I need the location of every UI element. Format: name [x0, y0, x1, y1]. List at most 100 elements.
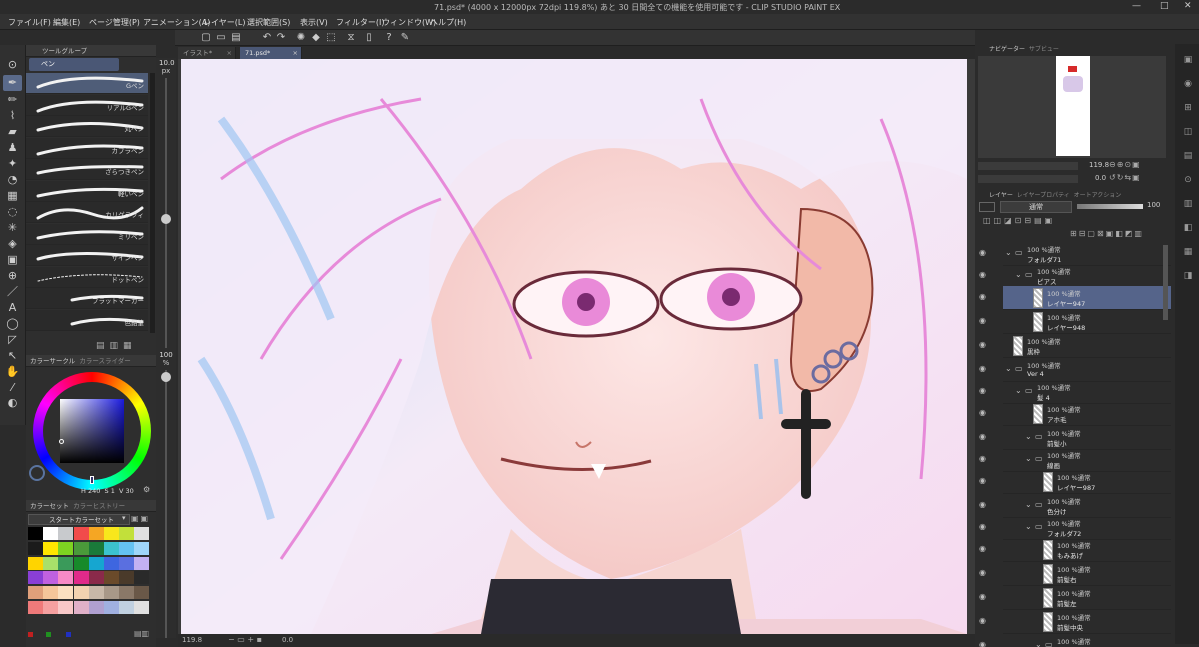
transform-icon[interactable]: ⬚ — [325, 32, 337, 44]
bucket-tool-icon[interactable]: ◈ — [3, 236, 22, 252]
zoom-controls-icon[interactable]: − ▭ + ▪ — [228, 635, 262, 644]
navigator-preview[interactable] — [978, 56, 1166, 158]
brush-item[interactable]: フラットマーカー — [26, 288, 148, 309]
help-icon[interactable]: ? — [383, 32, 395, 44]
text-tool-icon[interactable]: A — [3, 300, 22, 316]
color-settings-icon[interactable]: ⚙ — [143, 485, 150, 494]
layer-row[interactable]: ◉ 100 %通常 前髪左 — [979, 586, 1171, 610]
document-icon[interactable]: ▯ — [363, 32, 375, 44]
brush-size-value[interactable]: 10.0 — [159, 59, 175, 67]
eye-icon[interactable]: ◉ — [979, 640, 986, 647]
color-swatch[interactable] — [28, 541, 43, 555]
color-swatch[interactable] — [134, 601, 150, 614]
color-swatch[interactable] — [43, 601, 59, 614]
gradient-tool-icon[interactable]: ▦ — [3, 188, 22, 204]
eye-icon[interactable]: ◉ — [979, 500, 986, 509]
layer-row[interactable]: ◉ ⌄ ▭ 100 %通常 Ver 4 — [979, 358, 1171, 382]
color-swatch[interactable] — [43, 556, 59, 570]
color-swatch[interactable] — [88, 541, 104, 555]
navigator-rotation-value[interactable]: 0.0 — [1095, 174, 1106, 182]
menu-page[interactable]: ページ管理(P) — [89, 17, 140, 28]
minimize-button[interactable]: — — [1132, 1, 1141, 11]
angle-readout[interactable]: 0.0 — [282, 636, 293, 644]
navigator-zoom-slider[interactable] — [978, 162, 1078, 170]
color-swatch[interactable] — [119, 541, 135, 555]
pen-tool-icon[interactable]: ✒ — [3, 75, 22, 91]
brush-item[interactable]: サインペン — [26, 245, 148, 266]
layer-row[interactable]: ◉ ⌄ ▭ 100 %通常 前髪小 — [979, 426, 1171, 450]
brush-tool-icon[interactable]: ⌇ — [3, 108, 22, 124]
color-swatch[interactable] — [119, 527, 135, 540]
menu-view[interactable]: 表示(V) — [300, 17, 328, 28]
brush-item[interactable]: 丸ペン — [26, 116, 148, 137]
brush-item[interactable]: ざらつきペン — [26, 159, 148, 180]
pencil-tool-icon[interactable]: ✏ — [3, 92, 22, 108]
color-swatch[interactable] — [58, 541, 74, 555]
palette-menu-icon[interactable]: ▤▥ — [134, 629, 149, 638]
operation-tool-icon[interactable]: ⊕ — [3, 268, 22, 284]
brush-item[interactable]: Gペン — [26, 73, 148, 94]
eyedropper-tool-icon[interactable]: ⁄ — [3, 380, 22, 396]
layer-mode-icon[interactable] — [979, 202, 995, 212]
color-swatch[interactable] — [43, 541, 59, 555]
blend-tool-icon[interactable]: ♟ — [3, 140, 22, 156]
navigator-zoom-value[interactable]: 119.8 — [1089, 161, 1109, 169]
layer-row[interactable]: ◉ 100 %通常 前髪中央 — [979, 610, 1171, 634]
color-swatch[interactable] — [104, 586, 119, 600]
hue-value[interactable]: 240 — [88, 487, 100, 495]
color-history-tab[interactable]: カラーヒストリー — [73, 502, 125, 510]
navigator-rotate-icons[interactable]: ↺↻⇆▣ — [1109, 173, 1141, 182]
brush-item[interactable]: リアルGペン — [26, 94, 148, 116]
color-swatch[interactable] — [43, 527, 59, 540]
folder-expand-icon[interactable]: ⌄ — [1005, 248, 1012, 257]
zoom-tool-icon[interactable]: ⊙ — [3, 57, 22, 73]
layer-property-tab[interactable]: レイヤープロパティ — [1017, 192, 1070, 199]
layer-row[interactable]: ◉ 100 %通常 レイヤー987 — [979, 470, 1171, 494]
main-color-swatch[interactable] — [29, 465, 45, 481]
frame-tool-icon[interactable]: ◸ — [3, 332, 22, 348]
layer-row[interactable]: ◉ 100 %通常 前髪右 — [979, 562, 1171, 586]
folder-expand-icon[interactable]: ⌄ — [1015, 270, 1022, 279]
eye-icon[interactable]: ◉ — [979, 316, 986, 325]
edit-icon[interactable]: ✎ — [399, 32, 411, 44]
color-swatch[interactable] — [104, 601, 119, 614]
flip-icon[interactable]: ⧖ — [345, 32, 357, 44]
layer-row[interactable]: ◉ 100 %通常 黒枠 — [979, 334, 1171, 358]
navigator-tab[interactable]: ナビゲーター — [989, 46, 1025, 53]
layer-row[interactable]: ◉⌄▭100 %通常耳2 — [979, 634, 1171, 647]
layer-row[interactable]: ◉ ⌄ ▭ 100 %通常 色分け — [979, 494, 1171, 518]
open-folder-icon[interactable]: ▭ — [215, 32, 227, 44]
lasso-tool-icon[interactable]: ◌ — [3, 204, 22, 220]
eye-icon[interactable]: ◉ — [979, 408, 986, 417]
balloon-tool-icon[interactable]: ◯ — [3, 316, 22, 332]
brush-item[interactable]: 軽いペン — [26, 180, 148, 202]
layer-row[interactable]: ◉ ⌄ ▭ 100 %通常 フォルダ71 — [979, 242, 1171, 266]
color-swatch[interactable] — [58, 601, 74, 614]
opacity-slider-track[interactable] — [165, 370, 167, 638]
color-swatch[interactable] — [73, 556, 89, 570]
size-slider-handle[interactable] — [161, 214, 171, 224]
color-swatch[interactable] — [119, 586, 135, 600]
magic-wand-icon[interactable]: ✳ — [3, 220, 22, 236]
eye-icon[interactable]: ◉ — [979, 592, 986, 601]
menu-file[interactable]: ファイル(F) — [8, 17, 51, 28]
color-swatch[interactable] — [73, 541, 89, 555]
navigator-zoom-icons[interactable]: ⊖⊕⊙▣ — [1109, 160, 1141, 169]
folder-expand-icon[interactable]: ⌄ — [1025, 432, 1032, 441]
brush-item[interactable]: ミリペン — [26, 223, 148, 245]
layer-row[interactable]: ◉ ⌄ ▭ 100 %通常 フォルダ72 — [979, 516, 1171, 540]
subtool-actions-icon[interactable]: ▤▥▦ — [96, 341, 137, 351]
close-button[interactable]: ✕ — [1184, 1, 1192, 11]
layer-tab[interactable]: レイヤー — [989, 192, 1013, 199]
color-swatch[interactable] — [134, 571, 150, 585]
color-set-actions-icon[interactable]: ▣▣ — [131, 514, 150, 523]
color-swatch[interactable] — [73, 601, 89, 614]
menu-layer[interactable]: レイヤー(L) — [203, 17, 245, 28]
color-swatch[interactable] — [73, 527, 89, 540]
new-file-icon[interactable]: ▢ — [200, 32, 212, 44]
layer-row[interactable]: ◉ ⌄ ▭ 100 %通常 ピアス — [979, 264, 1171, 288]
eye-icon[interactable]: ◉ — [979, 270, 986, 279]
layer-row[interactable]: ◉ 100 %通常 もみあげ — [979, 538, 1171, 562]
layer-row[interactable]: ◉ ⌄ ▭ 100 %通常 線画 — [979, 448, 1171, 472]
eye-icon[interactable]: ◉ — [979, 568, 986, 577]
